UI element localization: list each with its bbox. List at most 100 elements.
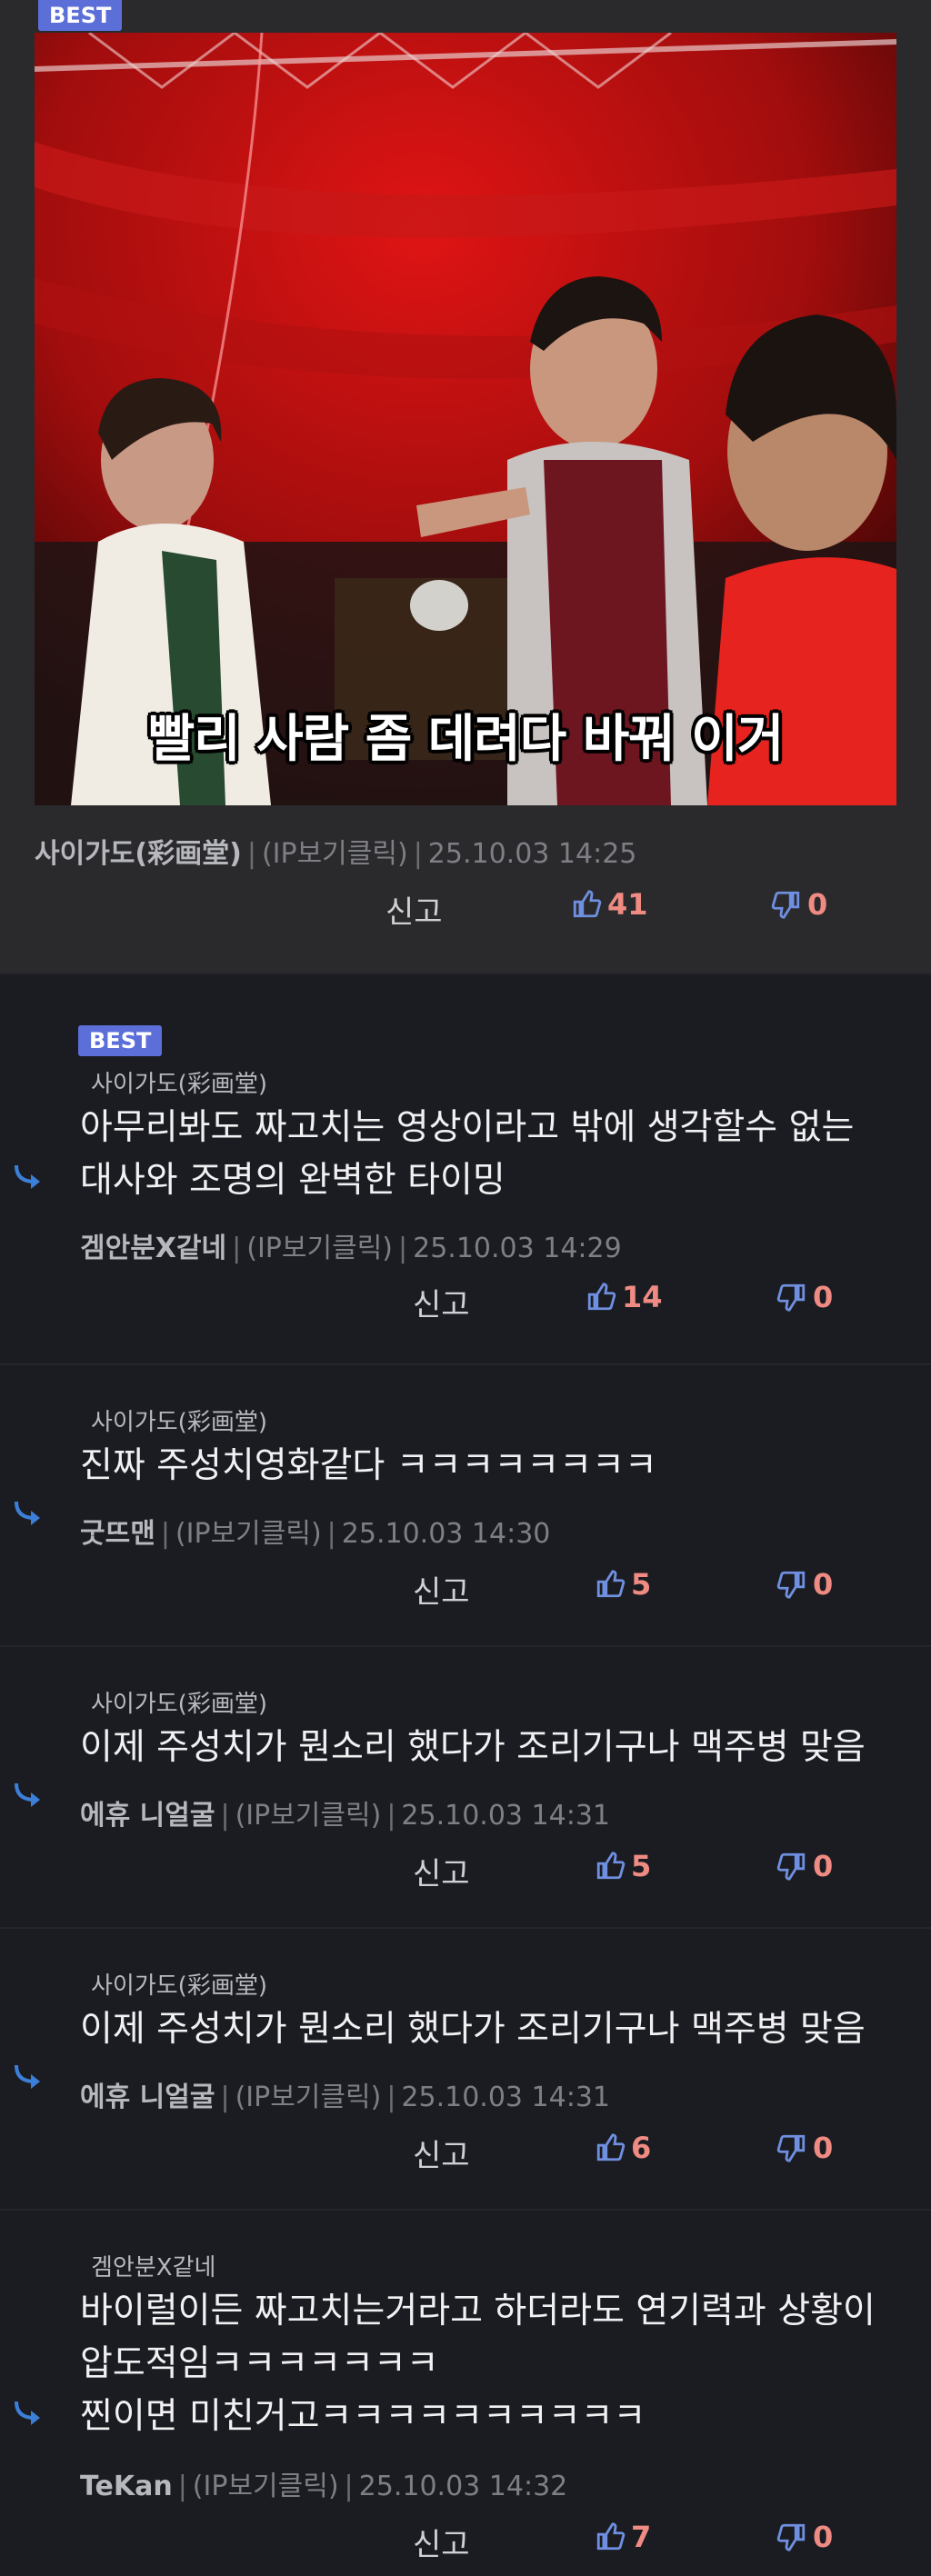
report-button[interactable]: 신고 (413, 2131, 470, 2175)
author-name[interactable]: 겜안분X같네 (80, 1233, 226, 1264)
timestamp: 25.10.03 14:30 (341, 1518, 551, 1550)
like-count: 14 (622, 1280, 663, 1314)
reply-item: 사이가도(彩画堂) 진짜 주성치영화같다 ㅋㅋㅋㅋㅋㅋㅋㅋ 굿뜨맨 | (IP보기클… (0, 1363, 931, 1645)
reply-item: 겜안분X같네 바이럴이든 짜고치는거라고 하더라도 연기력과 상황이 압도적임ㅋ… (0, 2209, 931, 2576)
dislike-count: 0 (813, 1567, 834, 1602)
like-button[interactable]: 6 (595, 2131, 651, 2165)
comment-actions: 신고 41 0 (0, 887, 931, 942)
like-count: 5 (631, 1849, 652, 1883)
parent-author: 사이가도(彩画堂) (91, 1071, 267, 1098)
thumbs-down-icon (776, 2134, 806, 2162)
comment-meta: 사이가도(彩画堂) | (IP보기클릭) | 25.10.03 14:25 (35, 838, 637, 870)
reply-item: 사이가도(彩画堂) 이제 주성치가 뭔소리 했다가 조리기구나 맥주병 맞음 에… (0, 1645, 931, 1927)
author-name[interactable]: 굿뜨맨 (80, 1518, 155, 1550)
dislike-count: 0 (813, 2131, 834, 2165)
author-name[interactable]: TeKan (80, 2471, 173, 2502)
thumbs-up-icon (587, 1283, 616, 1311)
dislike-button[interactable]: 0 (776, 1280, 833, 1314)
thumbs-down-icon (776, 2523, 806, 2551)
reply-arrow-icon (15, 1501, 40, 1525)
report-button[interactable]: 신고 (385, 887, 443, 932)
comment-video-thumbnail[interactable]: 빨리 사람 좀 데려다 바꿔 이거 (35, 33, 896, 805)
author-name[interactable]: 사이가도(彩画堂) (35, 838, 242, 870)
reply-text: 이제 주성치가 뭔소리 했다가 조리기구나 맥주병 맞음 (80, 2003, 898, 2056)
dislike-button[interactable]: 0 (776, 1567, 833, 1602)
like-button[interactable]: 5 (595, 1567, 651, 1602)
comment-actions: 신고 6 0 (0, 2131, 931, 2185)
ip-link[interactable]: (IP보기클릭) (262, 838, 408, 870)
reply-item: 사이가도(彩画堂) 이제 주성치가 뭔소리 했다가 조리기구나 맥주병 맞음 에… (0, 1927, 931, 2209)
like-button[interactable]: 7 (595, 2520, 651, 2554)
video-scene (35, 33, 896, 805)
top-comment: BEST 빨리 사람 좀 데려다 바꿔 이거 사이가도(彩画堂) | (IP보기… (0, 0, 931, 973)
reply-text: 아무리봐도 짜고치는 영상이라고 밖에 생각할수 없는 대사와 조명의 완벽한 … (80, 1102, 898, 1207)
reply-line: 이제 주성치가 뭔소리 했다가 조리기구나 맥주병 맞음 (80, 2009, 866, 2050)
comment-meta: 에휴 니얼굴 | (IP보기클릭) | 25.10.03 14:31 (80, 2082, 611, 2113)
reply-item: BEST 사이가도(彩画堂) 아무리봐도 짜고치는 영상이라고 밖에 생각할수 … (0, 973, 931, 1363)
author-name[interactable]: 에휴 니얼굴 (80, 1800, 215, 1832)
dislike-button[interactable]: 0 (776, 2131, 833, 2165)
timestamp: 25.10.03 14:31 (401, 1800, 611, 1832)
reply-line: 압도적임ㅋㅋㅋㅋㅋㅋㅋ (80, 2343, 439, 2384)
like-count: 7 (631, 2520, 652, 2554)
video-subtitle: 빨리 사람 좀 데려다 바꿔 이거 (147, 710, 785, 769)
ip-link[interactable]: (IP보기클릭) (193, 2471, 339, 2502)
report-button[interactable]: 신고 (413, 1280, 470, 1324)
reply-line: 아무리봐도 짜고치는 영상이라고 밖에 생각할수 없는 (80, 1107, 855, 1148)
comment-meta: 에휴 니얼굴 | (IP보기클릭) | 25.10.03 14:31 (80, 1800, 611, 1832)
like-button[interactable]: 5 (595, 1849, 651, 1883)
parent-author: 겜안분X같네 (91, 2254, 216, 2281)
thumbs-up-icon (596, 1852, 626, 1880)
ip-link[interactable]: (IP보기클릭) (246, 1233, 393, 1264)
reply-arrow-icon (15, 2401, 40, 2425)
thumbs-down-icon (771, 891, 800, 919)
ip-link[interactable]: (IP보기클릭) (235, 2082, 382, 2113)
comment-meta: 굿뜨맨 | (IP보기클릭) | 25.10.03 14:30 (80, 1518, 551, 1550)
reply-text: 바이럴이든 짜고치는거라고 하더라도 연기력과 상황이 압도적임ㅋㅋㅋㅋㅋㅋㅋ … (80, 2285, 898, 2443)
comment-actions: 신고 14 0 (0, 1280, 931, 1334)
dislike-count: 0 (813, 1849, 834, 1883)
thumbs-down-icon (776, 1283, 806, 1312)
dislike-button[interactable]: 0 (776, 1849, 833, 1883)
dislike-count: 0 (807, 887, 828, 922)
report-button[interactable]: 신고 (413, 2520, 470, 2564)
reply-arrow-icon (15, 2064, 40, 2089)
timestamp: 25.10.03 14:31 (401, 2082, 611, 2113)
reply-text: 이제 주성치가 뭔소리 했다가 조리기구나 맥주병 맞음 (80, 1722, 898, 1774)
comment-actions: 신고 5 0 (0, 1567, 931, 1622)
reply-line: 진짜 주성치영화같다 ㅋㅋㅋㅋㅋㅋㅋㅋ (80, 1445, 657, 1486)
like-count: 41 (607, 887, 648, 922)
report-button[interactable]: 신고 (413, 1567, 470, 1612)
like-count: 6 (631, 2131, 652, 2165)
reply-line: 대사와 조명의 완벽한 타이밍 (80, 1160, 506, 1201)
best-badge: BEST (38, 0, 123, 31)
report-button[interactable]: 신고 (413, 1849, 470, 1893)
timestamp: 25.10.03 14:25 (427, 838, 637, 870)
comment-actions: 신고 7 0 (0, 2520, 931, 2574)
reply-line: 바이럴이든 짜고치는거라고 하더라도 연기력과 상황이 (80, 2291, 876, 2331)
parent-author: 사이가도(彩画堂) (91, 1409, 267, 1436)
thumbs-up-icon (596, 1570, 626, 1598)
comment-meta: 겜안분X같네 | (IP보기클릭) | 25.10.03 14:29 (80, 1233, 622, 1264)
reply-arrow-icon (15, 1782, 40, 1807)
thumbs-up-icon (573, 890, 602, 918)
comment-actions: 신고 5 0 (0, 1849, 931, 1903)
reply-arrow-icon (15, 1164, 40, 1189)
dislike-button[interactable]: 0 (776, 2520, 833, 2554)
thumbs-up-icon (596, 2133, 626, 2162)
parent-author: 사이가도(彩画堂) (91, 1691, 267, 1718)
like-button[interactable]: 14 (586, 1280, 663, 1314)
reply-line: 이제 주성치가 뭔소리 했다가 조리기구나 맥주병 맞음 (80, 1727, 866, 1768)
ip-link[interactable]: (IP보기클릭) (235, 1800, 382, 1832)
timestamp: 25.10.03 14:29 (413, 1233, 622, 1264)
reply-line: 찐이면 미친거고ㅋㅋㅋㅋㅋㅋㅋㅋㅋㅋ (80, 2396, 646, 2437)
timestamp: 25.10.03 14:32 (358, 2471, 568, 2502)
comment-meta: TeKan | (IP보기클릭) | 25.10.03 14:32 (80, 2471, 568, 2502)
dislike-button[interactable]: 0 (771, 887, 827, 922)
like-button[interactable]: 41 (571, 887, 648, 922)
dislike-count: 0 (813, 1280, 834, 1314)
author-name[interactable]: 에휴 니얼굴 (80, 2082, 215, 2113)
ip-link[interactable]: (IP보기클릭) (175, 1518, 322, 1550)
dislike-count: 0 (813, 2520, 834, 2554)
thumbs-down-icon (776, 1852, 806, 1881)
